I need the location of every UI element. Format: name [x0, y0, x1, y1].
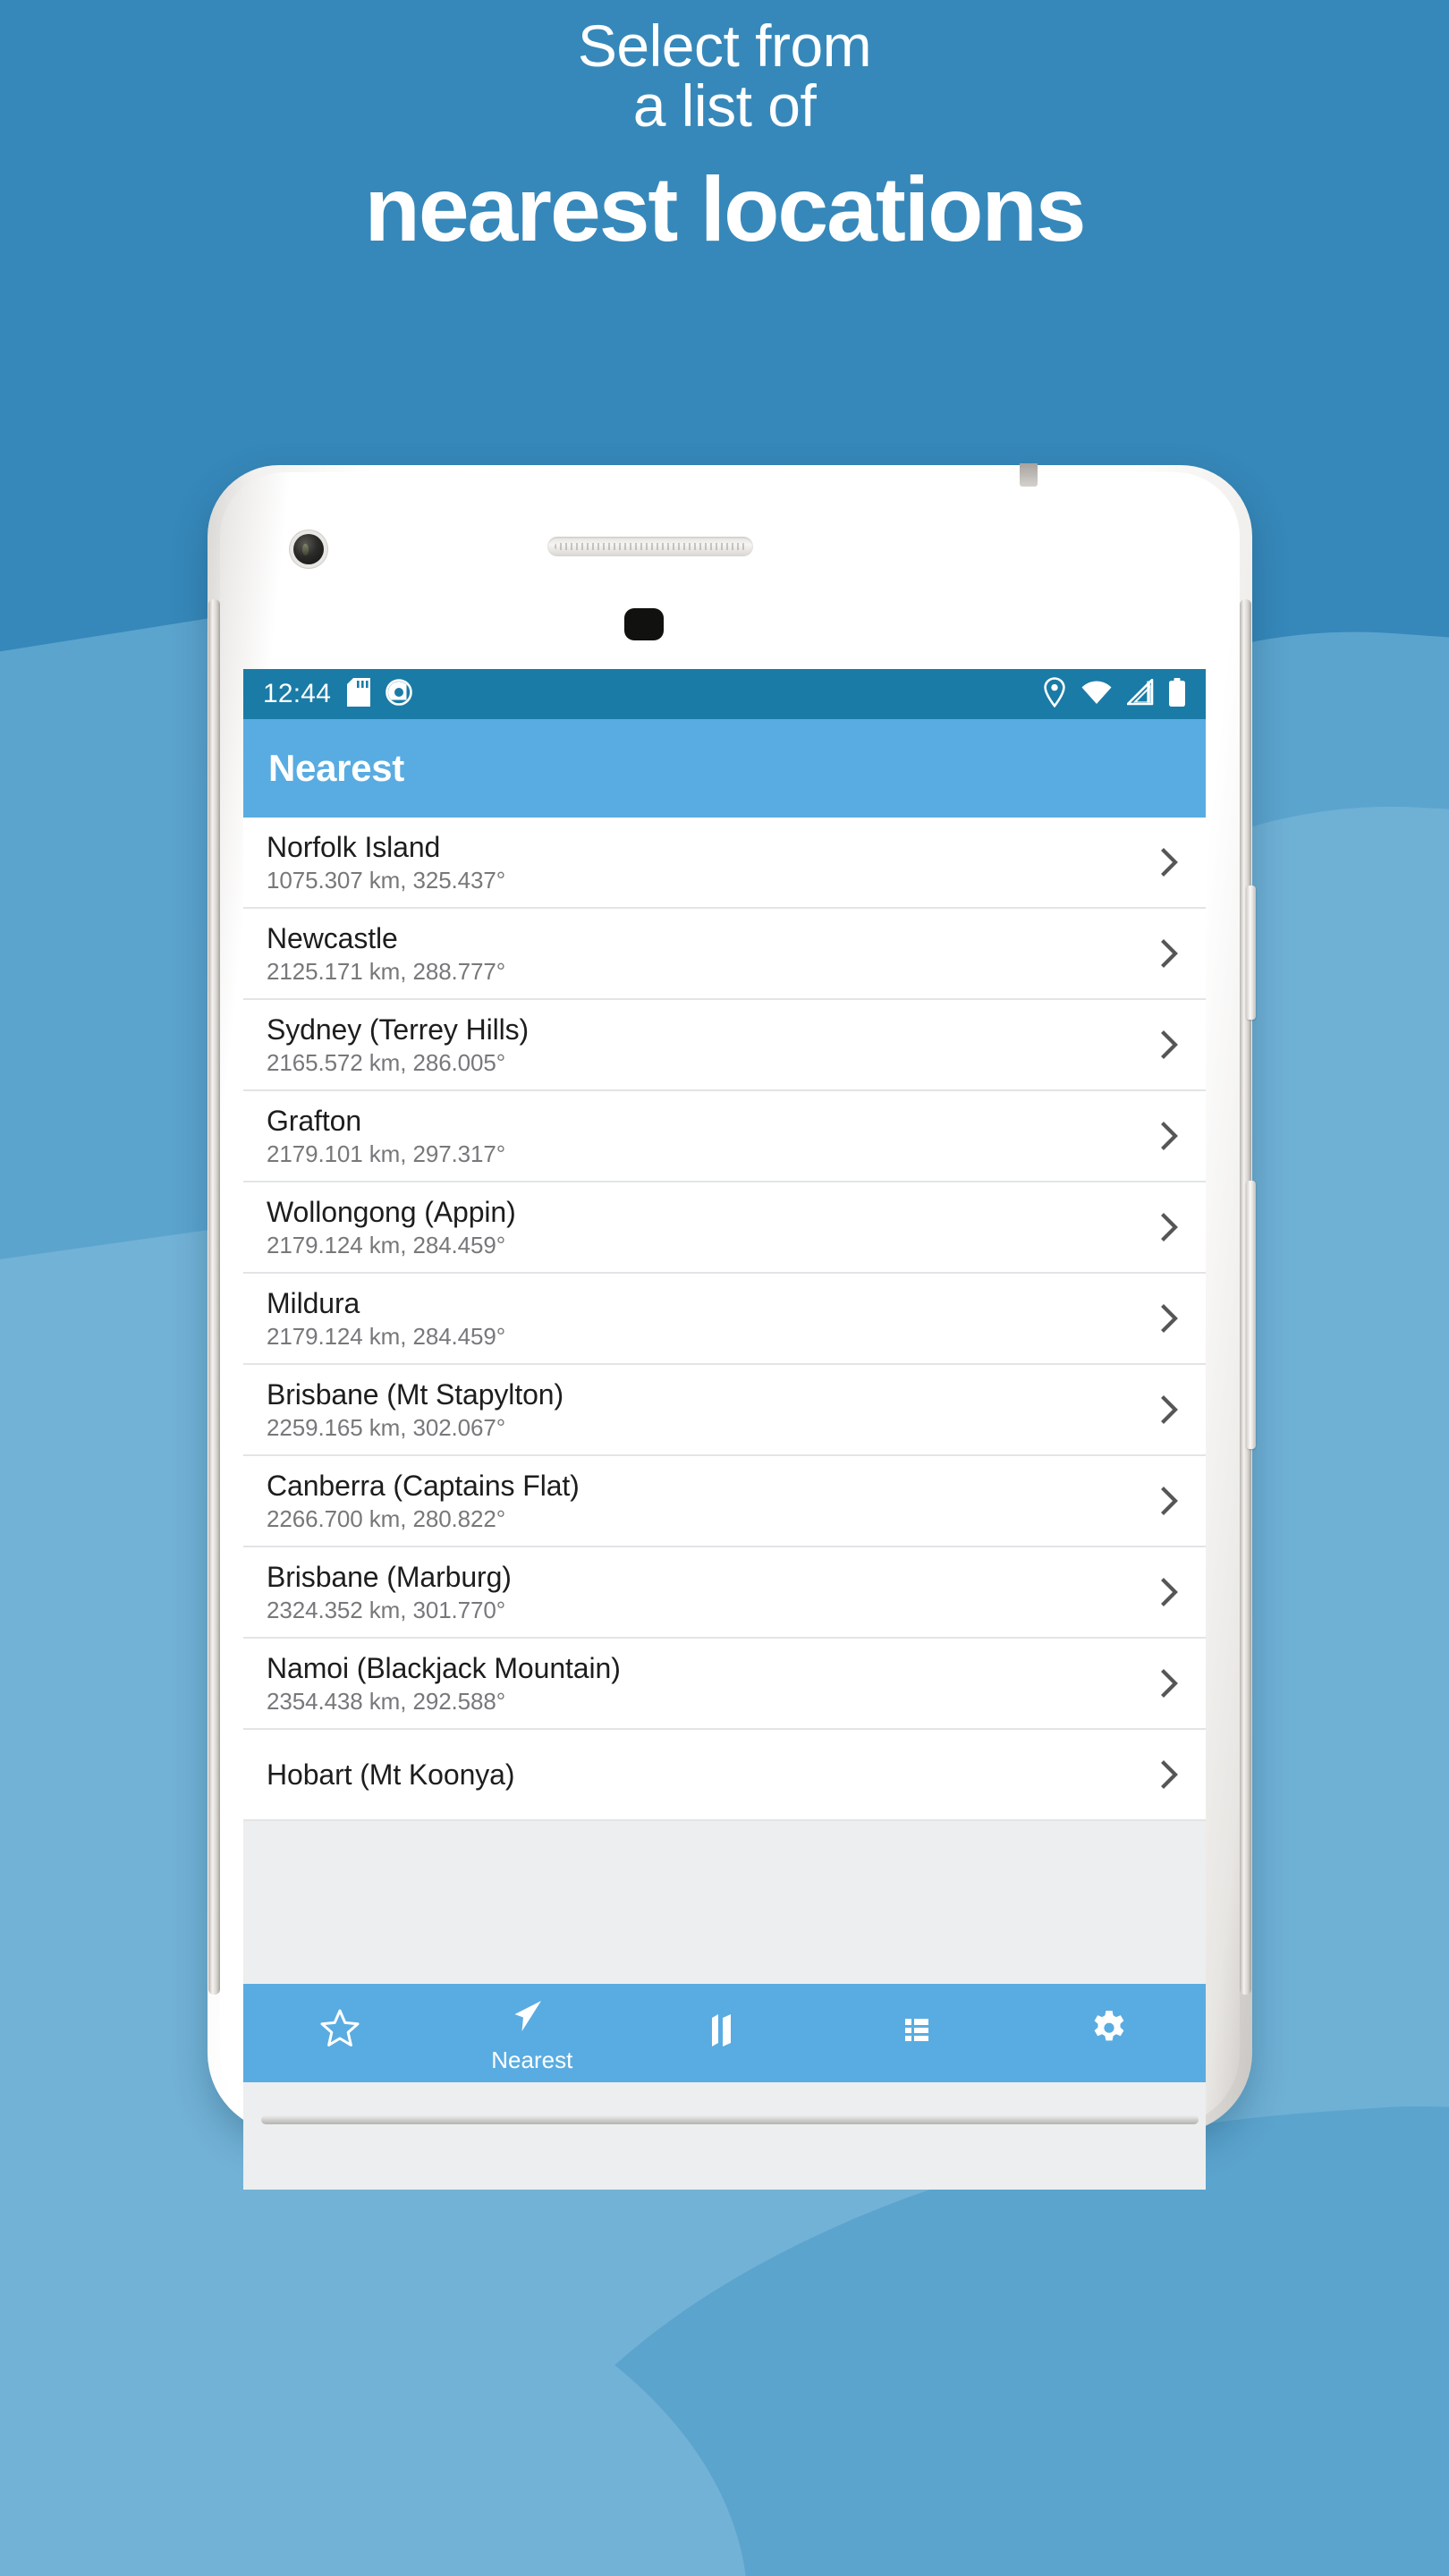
list-item[interactable]: Canberra (Captains Flat) 2266.700 km, 280…	[243, 1456, 1206, 1547]
gear-icon	[1088, 2007, 1131, 2055]
promo-headline: Select from a list of nearest locations	[0, 7, 1449, 258]
status-bar-clock: 12:44	[263, 679, 332, 708]
list-item-title: Hobart (Mt Koonya)	[267, 1758, 515, 1791]
list-item-subtitle: 1075.307 km, 325.437°	[267, 867, 506, 894]
star-outline-icon	[318, 2007, 361, 2055]
app-bar: Nearest	[243, 719, 1206, 818]
list-item-subtitle: 2266.700 km, 280.822°	[267, 1505, 506, 1532]
chevron-right-icon[interactable]	[1154, 1668, 1184, 1699]
list-item[interactable]: Sydney (Terrey Hills) 2165.572 km, 286.00…	[243, 1000, 1206, 1091]
promo-headline-line3: nearest locations	[364, 157, 1087, 260]
list-item[interactable]: Brisbane (Marburg) 2324.352 km, 301.770°	[243, 1547, 1206, 1639]
nav-item-nearest[interactable]: Nearest	[436, 1984, 628, 2082]
promo-headline-line2: a list of	[632, 72, 817, 140]
phone-left-rail	[208, 599, 220, 1995]
privacy-circle-icon	[385, 678, 413, 711]
list-item-title: Mildura	[267, 1287, 360, 1319]
chevron-right-icon[interactable]	[1154, 938, 1184, 969]
list-item-subtitle: 2354.438 km, 292.588°	[267, 1688, 506, 1715]
list-item-text: Brisbane (Marburg) 2324.352 km, 301.770°	[267, 1563, 512, 1622]
list-item-text: Norfolk Island 1075.307 km, 325.437°	[267, 833, 505, 892]
map-icon	[703, 2007, 746, 2055]
list-item[interactable]: Newcastle 2125.171 km, 288.777°	[243, 909, 1206, 1000]
list-item-title: Sydney (Terrey Hills)	[267, 1013, 530, 1046]
list-item-subtitle: 2259.165 km, 302.067°	[267, 1414, 506, 1441]
chevron-right-icon[interactable]	[1154, 1486, 1184, 1516]
list-item-text: Hobart (Mt Koonya)	[267, 1758, 515, 1791]
power-button[interactable]	[1246, 1181, 1256, 1449]
list-item[interactable]: Norfolk Island 1075.307 km, 325.437°	[243, 818, 1206, 909]
earpiece-speaker	[547, 537, 753, 556]
list-item[interactable]: Wollongong (Appin) 2179.124 km, 284.459°	[243, 1182, 1206, 1274]
wifi-icon	[1080, 679, 1113, 710]
list-item-title: Brisbane (Mt Stapylton)	[267, 1378, 564, 1411]
list-item[interactable]: Brisbane (Mt Stapylton) 2259.165 km, 302.…	[243, 1365, 1206, 1456]
list-item-title: Norfolk Island	[267, 831, 441, 863]
phone-chin	[261, 2115, 1199, 2124]
list-item-subtitle: 2179.101 km, 297.317°	[267, 1140, 506, 1167]
phone-screen: 12:44 Nearest Norfolk Island 1075.307 km…	[243, 669, 1206, 2190]
list-item-text: Sydney (Terrey Hills) 2165.572 km, 286.00…	[267, 1015, 529, 1074]
front-camera-icon	[293, 534, 324, 564]
list-item-subtitle: 2179.124 km, 284.459°	[267, 1232, 506, 1258]
list-item-text: Canberra (Captains Flat) 2266.700 km, 280…	[267, 1471, 580, 1530]
list-item-text: Newcastle 2125.171 km, 288.777°	[267, 924, 505, 983]
navigation-arrow-icon	[511, 1996, 554, 2043]
status-bar: 12:44	[243, 669, 1206, 719]
list-item-title: Grafton	[267, 1105, 362, 1137]
chevron-right-icon[interactable]	[1154, 1577, 1184, 1607]
chevron-right-icon[interactable]	[1154, 1394, 1184, 1425]
location-pin-icon	[1043, 676, 1066, 712]
chevron-right-icon[interactable]	[1154, 1759, 1184, 1790]
list-item[interactable]: Namoi (Blackjack Mountain) 2354.438 km, 2…	[243, 1639, 1206, 1730]
list-item-text: Mildura 2179.124 km, 284.459°	[267, 1289, 505, 1348]
list-item-title: Namoi (Blackjack Mountain)	[267, 1652, 621, 1684]
list-item-subtitle: 2125.171 km, 288.777°	[267, 958, 506, 985]
signal-icon	[1126, 678, 1154, 710]
battery-icon	[1168, 677, 1186, 711]
promo-headline-line1: Select from	[577, 13, 872, 79]
list-item[interactable]: Mildura 2179.124 km, 284.459°	[243, 1274, 1206, 1365]
list-item-subtitle: 2179.124 km, 284.459°	[267, 1323, 506, 1350]
bottom-navigation-bar[interactable]: Nearest	[243, 1984, 1206, 2082]
chevron-right-icon[interactable]	[1154, 1030, 1184, 1060]
phone-mockup: 12:44 Nearest Norfolk Island 1075.307 km…	[208, 463, 1256, 2576]
screen-bottom-filler	[243, 2082, 1206, 2190]
chevron-right-icon[interactable]	[1154, 847, 1184, 877]
nav-item-favorites[interactable]	[243, 1984, 436, 2082]
list-item[interactable]: Grafton 2179.101 km, 297.317°	[243, 1091, 1206, 1182]
sd-card-icon	[347, 677, 371, 711]
list-item-title: Brisbane (Marburg)	[267, 1561, 512, 1593]
phone-body: 12:44 Nearest Norfolk Island 1075.307 km…	[208, 463, 1256, 2190]
list-item-text: Namoi (Blackjack Mountain) 2354.438 km, 2…	[267, 1654, 621, 1713]
chevron-right-icon[interactable]	[1154, 1303, 1184, 1334]
list-item-text: Brisbane (Mt Stapylton) 2259.165 km, 302.…	[267, 1380, 564, 1439]
list-item-subtitle: 2165.572 km, 286.005°	[267, 1049, 506, 1076]
list-item-title: Canberra (Captains Flat)	[267, 1470, 580, 1502]
page-title: Nearest	[268, 747, 404, 789]
nav-label-nearest: Nearest	[491, 2046, 573, 2073]
list-item-subtitle: 2324.352 km, 301.770°	[267, 1597, 506, 1623]
chevron-right-icon[interactable]	[1154, 1121, 1184, 1151]
phone-top-antenna-nub	[1020, 463, 1038, 487]
nearest-locations-list[interactable]: Norfolk Island 1075.307 km, 325.437° Newca…	[243, 818, 1206, 1821]
proximity-sensor	[624, 608, 664, 640]
chevron-right-icon[interactable]	[1154, 1212, 1184, 1242]
list-item-text: Wollongong (Appin) 2179.124 km, 284.459°	[267, 1198, 516, 1257]
nav-item-map[interactable]	[628, 1984, 820, 2082]
list-icon	[895, 2007, 938, 2055]
status-bar-right-icons	[1043, 676, 1186, 712]
volume-button[interactable]	[1246, 886, 1256, 1020]
nav-item-list[interactable]	[821, 1984, 1013, 2082]
list-item[interactable]: Hobart (Mt Koonya)	[243, 1730, 1206, 1821]
status-bar-left-icons	[347, 677, 413, 711]
promo-screenshot: Select from a list of nearest locations …	[0, 0, 1449, 2576]
list-item-title: Wollongong (Appin)	[267, 1196, 516, 1228]
nav-item-settings[interactable]	[1013, 1984, 1206, 2082]
list-item-text: Grafton 2179.101 km, 297.317°	[267, 1106, 505, 1165]
list-item-title: Newcastle	[267, 922, 398, 954]
